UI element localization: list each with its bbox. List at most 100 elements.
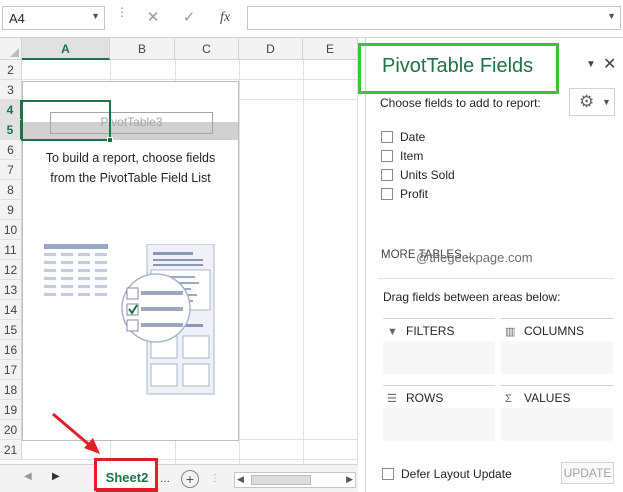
insert-function-button[interactable]: fx <box>210 6 240 30</box>
column-header-c[interactable]: C <box>175 38 239 60</box>
grid-line <box>239 60 240 464</box>
checkbox[interactable] <box>381 188 393 200</box>
tools-button[interactable]: ⚙ ▼ <box>569 88 615 116</box>
grid-line <box>303 60 304 464</box>
chevron-left-icon[interactable]: ◀ <box>24 471 32 482</box>
row-header[interactable]: 4 <box>0 100 22 120</box>
row-header[interactable]: 13 <box>0 280 22 300</box>
area-label: VALUES <box>524 391 571 405</box>
annotation-arrow-icon <box>52 412 100 454</box>
column-header-d[interactable]: D <box>239 38 303 60</box>
row-header[interactable]: 19 <box>0 400 22 420</box>
filter-icon: ▼ <box>387 326 398 338</box>
row-header[interactable]: 15 <box>0 320 22 340</box>
row-header[interactable]: 17 <box>0 360 22 380</box>
area-label: COLUMNS <box>524 324 585 338</box>
name-box[interactable]: A4 ▼ <box>2 6 105 30</box>
choose-fields-label: Choose fields to add to report: <box>380 96 541 110</box>
row-header[interactable]: 3 <box>0 80 22 100</box>
field-label: Date <box>400 130 426 144</box>
columns-drop-zone[interactable] <box>501 341 613 374</box>
row-header[interactable]: 8 <box>0 180 22 200</box>
more-sheets-button[interactable]: ... <box>160 471 170 485</box>
checkbox[interactable] <box>381 150 393 162</box>
chevron-down-icon[interactable]: ▼ <box>607 11 616 21</box>
field-item-profit[interactable]: Profit <box>381 185 428 203</box>
row-header[interactable]: 2 <box>0 60 22 80</box>
row-header[interactable]: 5 <box>0 120 22 140</box>
grid-line <box>357 60 358 464</box>
field-label: Item <box>400 149 424 163</box>
row-header[interactable]: 16 <box>0 340 22 360</box>
drag-fields-label: Drag fields between areas below: <box>383 290 561 304</box>
check-icon[interactable]: ✓ <box>174 6 204 30</box>
checkbox[interactable] <box>381 169 393 181</box>
fill-handle[interactable] <box>107 137 113 143</box>
row-header[interactable]: 14 <box>0 300 22 320</box>
scroll-right-icon[interactable]: ▶ <box>346 474 353 485</box>
close-icon[interactable]: ✕ <box>603 54 616 74</box>
cancel-icon[interactable]: ✕ <box>138 6 168 30</box>
select-all-button[interactable] <box>0 38 22 60</box>
annotation-highlight-tab <box>94 458 158 491</box>
row-header[interactable]: 6 <box>0 140 22 160</box>
values-drop-zone[interactable] <box>501 408 613 441</box>
row-header[interactable]: 9 <box>0 200 22 220</box>
field-item-date[interactable]: Date <box>381 128 425 146</box>
chevron-down-icon: ▼ <box>602 97 611 107</box>
row-header[interactable]: 18 <box>0 380 22 400</box>
field-list-illustration-icon <box>44 244 215 395</box>
filters-area[interactable]: ▼ FILTERS <box>383 318 495 374</box>
divider <box>378 278 614 279</box>
columns-icon: ▥ <box>505 326 516 338</box>
row-header[interactable]: 7 <box>0 160 22 180</box>
rows-area[interactable]: ☰ ROWS <box>383 385 495 441</box>
field-label: Profit <box>400 187 429 201</box>
row-header[interactable]: 11 <box>0 240 22 260</box>
update-button[interactable]: UPDATE <box>561 462 614 484</box>
cell-selection[interactable] <box>21 100 113 143</box>
rows-drop-zone[interactable] <box>383 408 495 441</box>
checkbox[interactable] <box>382 468 394 480</box>
scroll-thumb[interactable] <box>251 475 311 485</box>
rows-area-header: ☰ ROWS <box>387 391 443 405</box>
splitter-handle-icon[interactable]: ⋮ <box>210 473 220 484</box>
formula-bar: A4 ▼ ⋮ ✕ ✓ fx ▼ <box>0 0 623 38</box>
watermark-text: @thegeekpage.com <box>416 250 533 265</box>
area-label: ROWS <box>406 391 444 405</box>
chevron-right-icon[interactable]: ▶ <box>52 471 60 482</box>
drag-handle-icon[interactable]: ⋮ <box>116 6 128 18</box>
chevron-down-icon[interactable]: ▼ <box>586 59 596 70</box>
columns-area-header: ▥ COLUMNS <box>505 324 584 338</box>
values-area[interactable]: Σ VALUES <box>501 385 613 441</box>
pivot-instructions: To build a report, choose fields from th… <box>27 148 234 188</box>
columns-area[interactable]: ▥ COLUMNS <box>501 318 613 374</box>
annotation-highlight-title <box>358 43 559 94</box>
row-header[interactable]: 10 <box>0 220 22 240</box>
scroll-left-icon[interactable]: ◀ <box>237 474 244 485</box>
new-sheet-button[interactable]: + <box>181 470 199 488</box>
formula-input[interactable]: ▼ <box>247 6 621 30</box>
name-box-value: A4 <box>9 11 25 26</box>
grid-line <box>22 79 358 80</box>
filters-area-header: ▼ FILTERS <box>387 324 454 338</box>
row-header[interactable]: 20 <box>0 420 22 440</box>
pivot-instruction-line: from the PivotTable Field List <box>50 171 211 185</box>
rows-icon: ☰ <box>387 393 397 405</box>
column-header-b[interactable]: B <box>110 38 175 60</box>
row-header[interactable]: 12 <box>0 260 22 280</box>
checkbox[interactable] <box>381 131 393 143</box>
column-header-a[interactable]: A <box>22 38 110 60</box>
horizontal-scrollbar[interactable]: ◀ ▶ <box>234 472 356 488</box>
worksheet-grid[interactable]: A B C D E 2 3 4 5 6 7 8 9 10 11 12 13 14… <box>0 38 358 464</box>
pivot-fields-pane: PivotTable Fields ▼ ✕ Choose fields to a… <box>365 38 623 492</box>
field-item-item[interactable]: Item <box>381 147 423 165</box>
column-header-e[interactable]: E <box>303 38 358 60</box>
values-area-header: Σ VALUES <box>505 391 570 405</box>
row-header[interactable]: 21 <box>0 440 22 460</box>
select-all-triangle-icon <box>10 48 19 57</box>
field-item-units-sold[interactable]: Units Sold <box>381 166 455 184</box>
defer-layout-update[interactable]: Defer Layout Update <box>382 467 512 481</box>
chevron-down-icon[interactable]: ▼ <box>91 11 100 21</box>
filters-drop-zone[interactable] <box>383 341 495 374</box>
